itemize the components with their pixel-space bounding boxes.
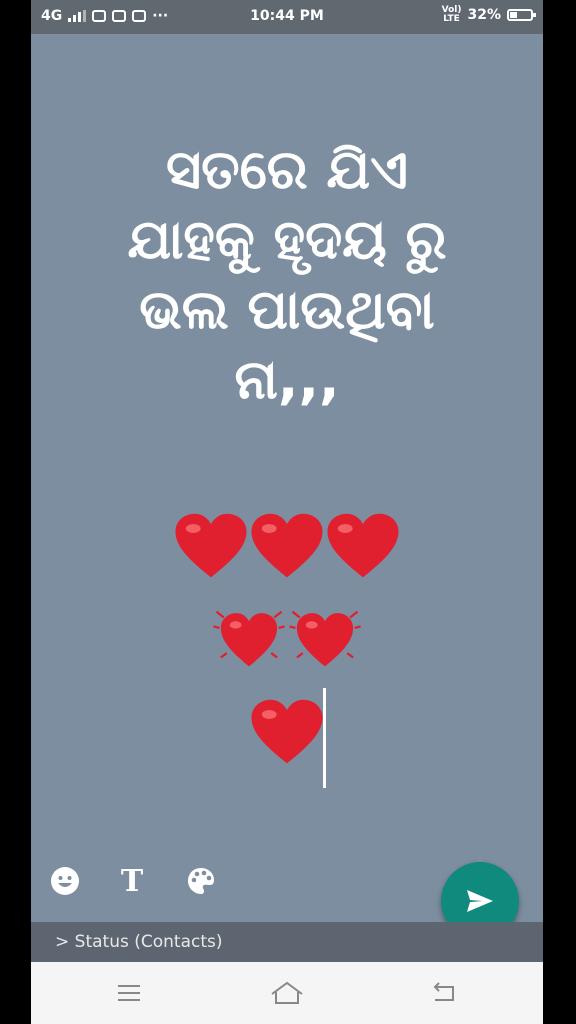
menu-icon [118, 985, 140, 1001]
text-style-icon: T [120, 863, 144, 899]
status-text-line: ନା,,, [234, 348, 340, 411]
text-style-button[interactable]: T [115, 863, 149, 899]
menu-nav-button[interactable] [109, 978, 149, 1008]
background-color-button[interactable] [184, 864, 218, 898]
send-to-label: Status (Contacts) [74, 932, 223, 952]
status-bar: 4G ··· 10:44 PM Vol) LTE 32% [31, 0, 543, 34]
hearts-row-3 [31, 698, 543, 772]
emoji-button[interactable] [48, 864, 82, 898]
red-heart-emoji [174, 512, 248, 582]
send-to-bar[interactable]: > Status (Contacts) [31, 922, 543, 962]
battery-icon [507, 9, 536, 21]
status-text-line: ସତରେ ଯିଏ [165, 138, 409, 201]
volte-indicator: Vol) LTE [441, 5, 462, 24]
chevron-right-icon: > [55, 932, 70, 952]
home-icon [271, 981, 303, 1004]
send-icon [467, 890, 493, 912]
hearts-row-2 [31, 604, 543, 678]
send-to-label-row: > Status (Contacts) [55, 932, 223, 952]
red-heart-emoji [326, 512, 400, 582]
red-heart-emoji [250, 512, 324, 582]
palette-icon [188, 868, 214, 894]
status-text-input[interactable]: ସତରେ ଯିଏ ଯାହକୁ ହୃଦୟ ରୁ ଭଲ ପାଉଥିବା ନା,,, [61, 135, 513, 415]
back-nav-button[interactable] [423, 978, 463, 1008]
hearts-row-1 [31, 512, 543, 586]
battery-percent: 32% [467, 7, 501, 23]
status-text-line: ଯାହକୁ ହୃଦୟ ରୁ [127, 208, 447, 271]
home-nav-button[interactable] [267, 978, 307, 1008]
emoji-icon [51, 867, 79, 895]
status-editor-screen: 4G ··· 10:44 PM Vol) LTE 32% ସତରେ ଯିଏ ଯାହ… [31, 0, 543, 1024]
red-heart-emoji [250, 698, 324, 768]
status-text-line: ଭଲ ପାଉଥିବା [139, 278, 435, 341]
beating-heart-emoji [288, 604, 362, 674]
text-cursor [323, 688, 326, 788]
back-icon [433, 982, 454, 1001]
beating-heart-emoji [212, 604, 286, 674]
navigation-bar [31, 962, 543, 1024]
status-bar-right: Vol) LTE 32% [441, 5, 536, 24]
